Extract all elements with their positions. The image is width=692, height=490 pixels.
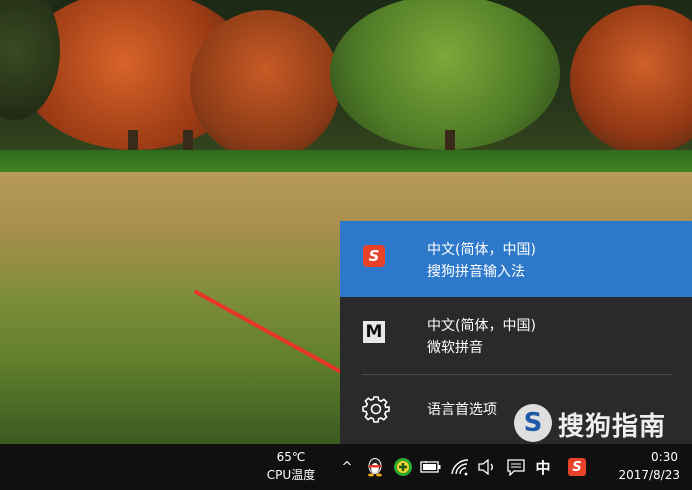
sogou-tray-glyph: S (568, 458, 586, 476)
system-clock[interactable]: 0:30 2017/8/23 (618, 448, 680, 484)
ime-name: 搜狗拼音输入法 (427, 264, 525, 280)
cpu-temp-label: CPU温度 (266, 468, 316, 482)
cpu-temperature-widget[interactable]: 65℃ CPU温度 (258, 448, 324, 484)
notification-icon[interactable] (505, 456, 527, 478)
clock-date: 2017/8/23 (618, 468, 680, 482)
ime-indicator[interactable]: 中 (532, 456, 554, 478)
lang-name: 中文(简体，中国) (427, 318, 536, 334)
microsoft-ime-icon: M (363, 321, 385, 343)
language-preferences-label: 语言首选项 (427, 402, 497, 418)
language-preferences-link[interactable]: 语言首选项 (340, 375, 692, 444)
sogou-tray-icon[interactable]: S (566, 456, 588, 478)
lang-item-microsoft-pinyin[interactable]: M 中文(简体，中国) 微软拼音 (340, 297, 692, 373)
language-flyout: S 中文(简体，中国) 搜狗拼音输入法 M 中文(简体，中国) 微软拼音 语言首… (340, 221, 692, 444)
qq-penguin-icon[interactable] (364, 456, 386, 478)
taskbar: 65℃ CPU温度 ^ 中 S 0:30 2017/8/23 (0, 444, 692, 490)
sogou-ime-icon: S (363, 245, 385, 267)
360-security-icon[interactable] (392, 456, 414, 478)
chevron-up-icon[interactable]: ^ (336, 456, 358, 478)
cpu-temp-value: 65℃ (276, 450, 306, 464)
volume-icon[interactable] (476, 456, 498, 478)
clock-time: 0:30 (651, 450, 678, 464)
gear-icon (362, 396, 390, 423)
battery-icon[interactable] (420, 456, 442, 478)
ime-name: 微软拼音 (427, 340, 483, 356)
lang-item-sogou[interactable]: S 中文(简体，中国) 搜狗拼音输入法 (340, 221, 692, 297)
wifi-icon[interactable] (449, 456, 471, 478)
lang-name: 中文(简体，中国) (427, 242, 536, 258)
